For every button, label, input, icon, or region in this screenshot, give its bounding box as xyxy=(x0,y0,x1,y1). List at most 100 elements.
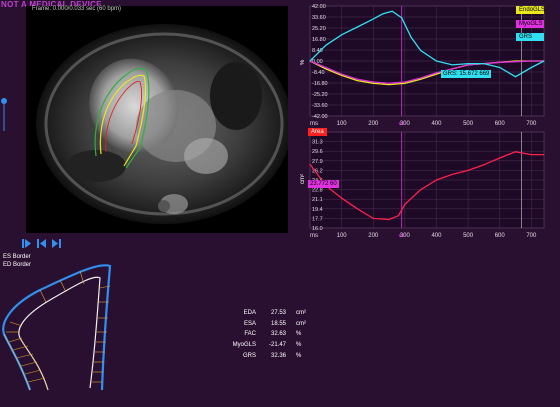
data-point xyxy=(356,208,358,210)
x-tick-label: 500 xyxy=(463,233,474,239)
data-point xyxy=(398,215,400,217)
metric-row: MyoGLS -21.47% xyxy=(214,340,316,351)
border-diagram xyxy=(2,264,112,391)
data-point xyxy=(404,203,406,205)
metric-unit: % xyxy=(296,331,302,338)
data-point xyxy=(420,189,422,191)
frame-slider[interactable] xyxy=(0,96,8,132)
data-point xyxy=(325,67,327,69)
y-axis-label: cm² xyxy=(300,174,306,184)
mri-image xyxy=(36,24,288,224)
metric-value: 32.63 xyxy=(270,331,286,338)
metric-key: MyoGLS xyxy=(232,342,256,349)
y-tick-label: 25.20 xyxy=(312,26,326,32)
y-tick-label: 17.7 xyxy=(312,216,323,222)
data-point xyxy=(499,61,501,63)
metric-key: ESA xyxy=(243,320,256,327)
data-point xyxy=(530,60,532,62)
skip-forward-icon[interactable] xyxy=(52,239,61,248)
grs-cursor-label: GRS: 15.672 xyxy=(443,71,478,77)
metric-key: GRS xyxy=(242,352,256,359)
data-point xyxy=(435,179,437,181)
data-point xyxy=(372,217,374,219)
y-tick-label: 27.9 xyxy=(312,159,323,165)
data-point xyxy=(341,74,343,76)
data-point xyxy=(341,34,343,36)
data-point xyxy=(410,36,412,38)
metric-row: EDA 27.53 cm² xyxy=(214,308,316,319)
data-point xyxy=(515,61,517,63)
data-point xyxy=(388,82,390,84)
data-point xyxy=(309,163,311,165)
grs-cursor-readout: GRS: 15.672 669 xyxy=(441,70,492,78)
y-tick-label: -42.00 xyxy=(312,114,328,120)
grs-cursor-value: 669 xyxy=(479,71,490,77)
x-tick-label: 400 xyxy=(431,121,442,127)
metric-unit: % xyxy=(296,342,302,349)
legend-endo-gls[interactable]: EndoGLS xyxy=(516,6,545,14)
data-point xyxy=(341,197,343,199)
data-point xyxy=(530,67,532,69)
y-tick-label: -8.40 xyxy=(312,70,325,76)
data-point xyxy=(388,219,390,221)
data-point xyxy=(341,73,343,75)
x-tick-label: ms xyxy=(310,233,318,239)
metrics-panel: EDA 27.53 cm² ESA 18.55 cm² FAC 32.63% MyoGLS -21… xyxy=(214,308,316,361)
data-point xyxy=(404,82,406,84)
y-tick-label: -25.20 xyxy=(312,92,328,98)
data-point xyxy=(420,50,422,52)
x-tick-label: 200 xyxy=(368,233,379,239)
data-point xyxy=(530,154,532,156)
data-point xyxy=(467,169,469,171)
y-tick-label: 33.60 xyxy=(312,15,326,21)
x-tick-label: 400 xyxy=(431,233,442,239)
metric-unit: cm² xyxy=(296,320,306,327)
data-point xyxy=(543,60,545,62)
legend-grs[interactable]: GRS xyxy=(516,33,544,41)
mri-image-panel[interactable] xyxy=(26,6,288,233)
x-tick-label: 100 xyxy=(337,121,348,127)
legend-myo-gls[interactable]: MyoGLS xyxy=(516,20,544,28)
data-point xyxy=(372,18,374,20)
y-tick-label: 19.4 xyxy=(312,207,323,213)
marker-label: e3 xyxy=(399,121,405,127)
data-point xyxy=(499,67,501,69)
data-point xyxy=(309,60,311,62)
play-icon[interactable] xyxy=(22,239,31,248)
image-info-text: Frame: 0.000/0.033 sec (60 bpm) xyxy=(32,6,122,12)
metric-key: EDA xyxy=(243,310,256,317)
y-tick-label: 29.6 xyxy=(312,149,323,155)
x-tick-label: ms xyxy=(310,121,318,127)
skip-back-icon[interactable] xyxy=(37,239,46,248)
metric-value: 27.53 xyxy=(270,310,286,317)
data-point xyxy=(388,84,390,86)
y-tick-label: -16.80 xyxy=(312,81,328,87)
metric-value: -21.47 xyxy=(268,342,286,349)
marker-label: e3 xyxy=(399,233,405,239)
metric-unit: cm² xyxy=(296,310,306,317)
data-point xyxy=(391,10,393,12)
metric-value: 18.55 xyxy=(270,320,286,327)
es-border-label: ES Border xyxy=(3,254,31,260)
data-point xyxy=(499,157,501,159)
data-point xyxy=(451,64,453,66)
x-tick-label: 200 xyxy=(368,121,379,127)
area-series-tag: Area xyxy=(308,128,327,136)
area-cursor-readout: 23.772 60 xyxy=(308,180,339,188)
data-point xyxy=(372,81,374,83)
y-axis-label: % xyxy=(300,59,306,65)
x-tick-label: 600 xyxy=(495,121,506,127)
data-point xyxy=(420,78,422,80)
metric-row: GRS 32.36% xyxy=(214,350,316,361)
data-point xyxy=(404,81,406,83)
x-tick-label: 500 xyxy=(463,121,474,127)
x-tick-label: 600 xyxy=(495,233,506,239)
y-tick-label: -33.60 xyxy=(312,103,328,109)
data-point xyxy=(451,173,453,175)
data-point xyxy=(356,78,358,80)
data-point xyxy=(372,82,374,84)
area-cursor-label: 23.772 xyxy=(310,181,329,187)
data-point xyxy=(325,44,327,46)
y-tick-label: 16.80 xyxy=(312,37,326,43)
data-point xyxy=(467,64,469,66)
